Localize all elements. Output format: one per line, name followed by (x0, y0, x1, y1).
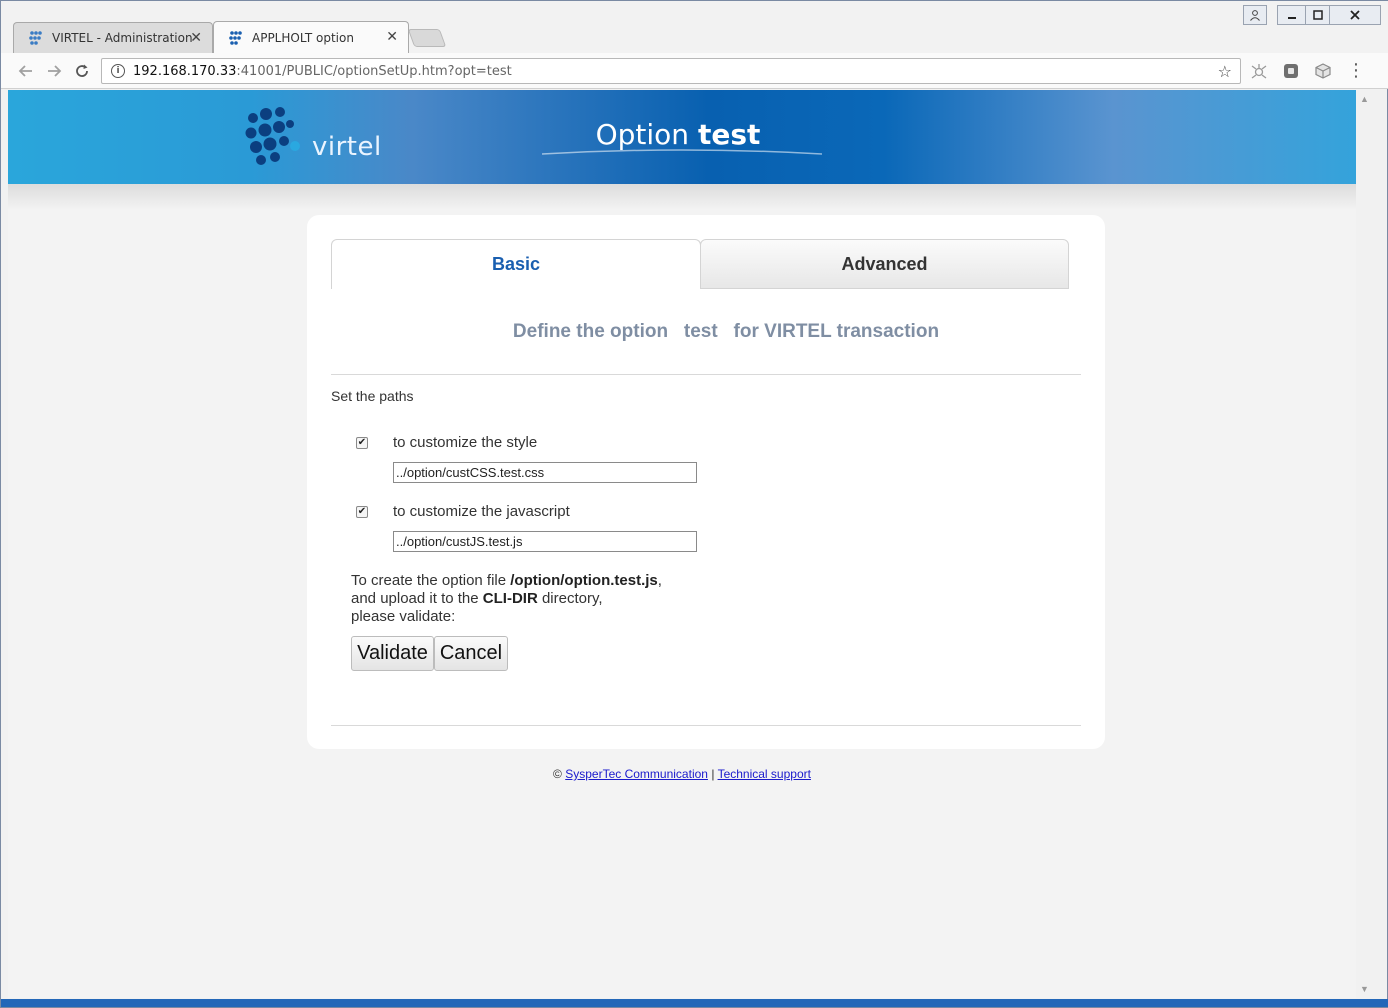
virtel-logo-text: virtel (312, 132, 382, 162)
page-title-prefix: Option (595, 118, 698, 151)
javascript-path-input[interactable] (393, 531, 697, 552)
customize-javascript-checkbox[interactable]: ✔ (356, 506, 368, 518)
extension-cube-icon[interactable] (1314, 62, 1332, 80)
browser-tab-virtel-admin[interactable]: VIRTEL - Administration ✕ (13, 22, 213, 53)
cancel-button[interactable]: Cancel (434, 636, 508, 671)
instructions-text: , (657, 572, 662, 589)
back-arrow-icon[interactable] (15, 60, 37, 82)
instructions-text: directory, (537, 590, 603, 607)
close-tab-icon[interactable]: ✕ (190, 30, 202, 46)
browser-tab-applholt-option[interactable]: APPLHOLT option ✕ (213, 21, 409, 54)
close-window-button[interactable] (1329, 5, 1381, 25)
form-heading: Define the option test for VIRTEL transa… (512, 321, 940, 342)
page-title-option-name: test (697, 118, 761, 151)
scroll-up-arrow-icon[interactable]: ▲ (1360, 94, 1369, 104)
extension-bug-icon[interactable] (1250, 62, 1268, 80)
customize-style-checkbox[interactable]: ✔ (356, 437, 368, 449)
maximize-window-button[interactable] (1305, 5, 1331, 25)
scroll-down-arrow-icon[interactable]: ▼ (1360, 984, 1369, 994)
virtel-favicon-icon (29, 31, 42, 45)
new-tab-button[interactable] (407, 29, 447, 47)
divider (331, 725, 1081, 726)
bookmark-star-icon[interactable]: ☆ (1218, 62, 1232, 81)
address-bar[interactable]: i 192.168.170.33:41001/PUBLIC/optionSetU… (101, 58, 1241, 84)
paths-section-label: Set the paths (331, 388, 414, 404)
copyright-symbol: © (553, 767, 562, 781)
option-file-path: /option/option.test.js (510, 572, 658, 589)
virtel-favicon-icon (229, 31, 242, 45)
customize-javascript-label: to customize the javascript (393, 503, 570, 520)
user-profile-icon[interactable] (1243, 5, 1267, 25)
cli-dir-name: CLI-DIR (482, 590, 538, 607)
validate-button[interactable]: Validate (351, 636, 434, 671)
instructions-text: To create the option file (351, 572, 511, 589)
header-banner: virtel Option test (8, 90, 1356, 184)
instructions-line-1: To create the option file /option/option… (351, 572, 662, 590)
close-tab-icon[interactable]: ✕ (386, 29, 398, 45)
banner-shadow (8, 184, 1356, 210)
extension-square-icon[interactable] (1282, 62, 1300, 80)
instructions-line-2: and upload it to the CLI-DIR directory, (351, 590, 662, 608)
tab-advanced[interactable]: Advanced (700, 239, 1069, 289)
page-footer: © SysperTec Communication | Technical su… (8, 767, 1356, 781)
sysperteccommunication-link[interactable]: SysperTec Communication (565, 767, 708, 781)
browser-toolbar: i 192.168.170.33:41001/PUBLIC/optionSetU… (1, 53, 1388, 89)
technical-support-link[interactable]: Technical support (718, 767, 811, 781)
tab-title: APPLHOLT option (252, 31, 354, 45)
divider (331, 374, 1081, 375)
footer-separator: | (711, 767, 715, 781)
url-path: :41001/PUBLIC/optionSetUp.htm?opt=test (236, 63, 512, 79)
tab-title: VIRTEL - Administration (52, 31, 193, 45)
vertical-scrollbar[interactable]: ▲ ▼ (1356, 90, 1374, 998)
tab-strip: VIRTEL - Administration ✕ APPLHOLT optio… (1, 1, 1388, 54)
tab-basic[interactable]: Basic (331, 239, 701, 289)
browser-menu-icon[interactable]: ⋮ (1347, 60, 1365, 81)
customize-style-label: to customize the style (393, 434, 538, 451)
page-title: Option test (548, 118, 808, 151)
title-underline-swoosh (542, 149, 822, 155)
url-host: 192.168.170.33 (133, 63, 237, 79)
page-viewport: virtel Option test Basic Advanced Define… (8, 90, 1356, 998)
minimize-window-button[interactable] (1277, 5, 1307, 25)
instructions-text: and upload it to the (351, 590, 483, 607)
forward-arrow-icon[interactable] (43, 60, 65, 82)
browser-window: VIRTEL - Administration ✕ APPLHOLT optio… (0, 0, 1388, 1008)
reload-icon[interactable] (71, 60, 93, 82)
instructions-line-3: please validate: (351, 608, 456, 625)
info-icon[interactable]: i (111, 64, 125, 78)
window-bottom-border (1, 999, 1388, 1007)
option-form-card: Basic Advanced Define the option test fo… (307, 215, 1105, 749)
form-tabs: Basic Advanced (331, 239, 1069, 289)
validation-instructions: To create the option file /option/option… (351, 572, 662, 626)
style-path-input[interactable] (393, 462, 697, 483)
